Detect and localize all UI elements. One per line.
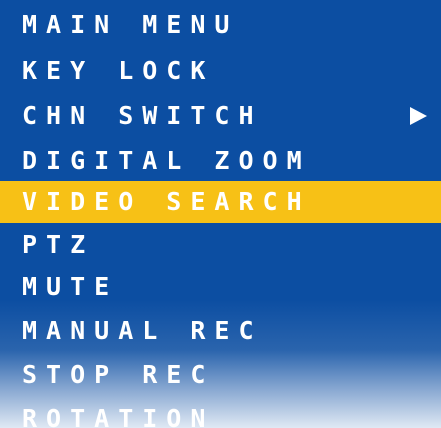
menu-item-label: KEY LOCK	[22, 56, 215, 85]
menu-item-mute[interactable]: MUTE	[0, 266, 441, 308]
menu-item-main-menu[interactable]: MAIN MENU	[0, 4, 441, 46]
right-triangle-icon	[408, 106, 428, 126]
context-menu: MAIN MENU KEY LOCK CHN SWITCH DIGITAL ZO…	[0, 0, 441, 428]
menu-item-label: STOP REC	[22, 360, 215, 389]
menu-item-rotation[interactable]: ROTATION	[0, 398, 441, 428]
menu-item-label: CHN SWITCH	[22, 101, 263, 130]
menu-item-label: MANUAL REC	[22, 316, 263, 345]
menu-item-stop-rec[interactable]: STOP REC	[0, 354, 441, 396]
menu-item-manual-rec[interactable]: MANUAL REC	[0, 310, 441, 352]
menu-item-label: MUTE	[22, 272, 119, 301]
menu-item-label: PTZ	[22, 230, 95, 259]
menu-item-digital-zoom[interactable]: DIGITAL ZOOM	[0, 140, 441, 182]
menu-item-label: ROTATION	[22, 404, 215, 428]
menu-item-label: DIGITAL ZOOM	[22, 146, 311, 175]
menu-item-video-search[interactable]: VIDEO SEARCH	[0, 181, 441, 223]
menu-item-ptz[interactable]: PTZ	[0, 224, 441, 266]
menu-item-key-lock[interactable]: KEY LOCK	[0, 50, 441, 92]
menu-item-chn-switch[interactable]: CHN SWITCH	[0, 95, 441, 137]
menu-item-label: MAIN MENU	[22, 10, 239, 39]
menu-item-label: VIDEO SEARCH	[22, 187, 311, 216]
